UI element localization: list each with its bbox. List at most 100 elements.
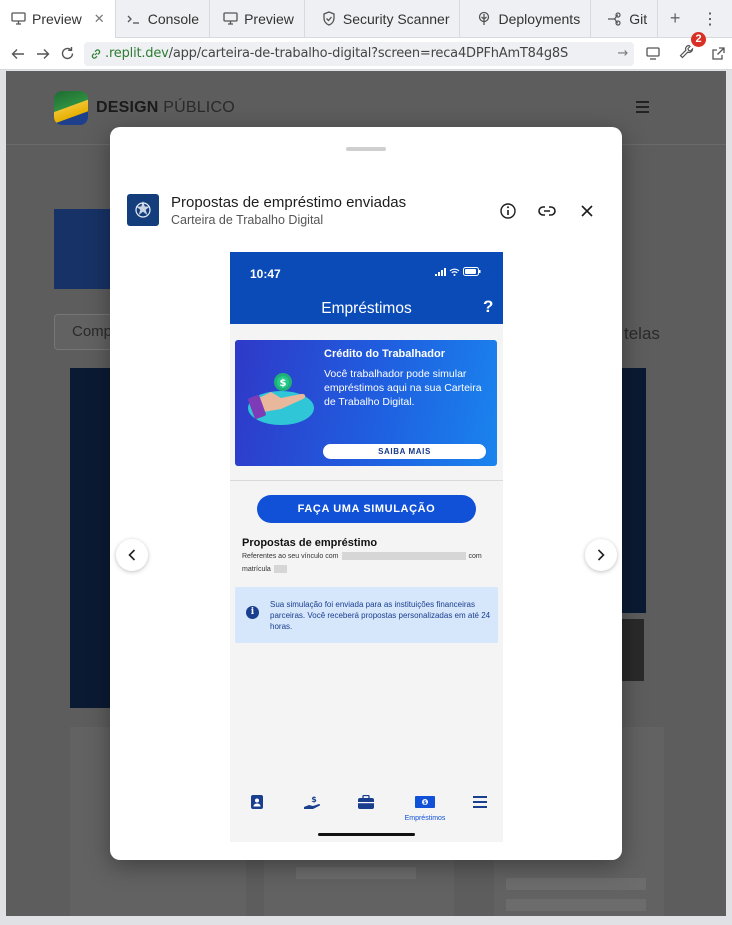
promo-text: Você trabalhador pode simular empréstimo…	[324, 368, 482, 408]
hand-money-icon: $	[303, 795, 321, 815]
phone-screenshot: 10:47 Empréstimos ? $ Crédito do Trabalh…	[230, 252, 503, 842]
url-host: .replit.dev	[105, 46, 169, 61]
tab-console[interactable]: Console	[116, 0, 211, 38]
terminal-icon	[126, 11, 142, 27]
redacted-employer	[341, 552, 466, 560]
monitor-icon	[10, 11, 26, 27]
logo-light: PÚBLICO	[163, 99, 235, 116]
info-alert-text: Sua simulação foi enviada para as instit…	[270, 600, 491, 631]
signal-icon	[435, 267, 446, 279]
battery-icon	[463, 267, 481, 279]
gov-emblem-icon	[127, 194, 159, 226]
tools-button[interactable]: 2	[672, 31, 707, 68]
proposals-line1-prefix: Referentes ao seu vínculo com	[242, 552, 339, 560]
tab-jobs[interactable]	[346, 794, 386, 814]
close-icon[interactable]: ✕	[94, 11, 105, 27]
notification-badge: 2	[691, 31, 707, 47]
new-tab-button[interactable]: +	[658, 0, 692, 38]
browser-nav-bar: .replit.dev /app/carteira-de-trabalho-di…	[0, 31, 732, 70]
tab-deployments[interactable]: Deployments	[460, 0, 592, 38]
home-indicator	[318, 833, 415, 836]
wrench-icon	[679, 44, 694, 64]
hand-coin-illustration-icon: $	[245, 370, 317, 432]
info-circle-icon: i	[246, 606, 259, 619]
menu-icon[interactable]	[636, 101, 649, 113]
logo-bold: DESIGN	[96, 99, 159, 116]
info-icon[interactable]	[497, 200, 519, 222]
proposals-description: Referentes ao seu vínculo com com	[242, 552, 482, 560]
git-icon	[607, 11, 623, 27]
modal-title: Propostas de empréstimo enviadas	[171, 194, 407, 211]
tab-label: Deployments	[498, 10, 581, 27]
back-button[interactable]	[6, 40, 31, 68]
tab-loans[interactable]: $	[405, 795, 445, 813]
modal-subtitle: Carteira de Trabalho Digital	[171, 213, 324, 227]
tab-label: Preview	[32, 10, 82, 27]
background-row	[506, 899, 646, 911]
link-icon	[90, 48, 102, 60]
svg-text:$: $	[311, 795, 317, 804]
redacted-registration	[273, 565, 287, 573]
background-search-field: Comp	[54, 314, 114, 350]
promo-banner: $ Crédito do Trabalhador Você trabalhado…	[235, 340, 497, 466]
site-logo	[54, 91, 88, 125]
next-screen-button[interactable]	[585, 539, 617, 571]
phone-clock: 10:47	[250, 267, 281, 281]
shield-icon	[321, 11, 337, 27]
site-logo-text: DESIGN PÚBLICO	[96, 99, 235, 117]
previous-screen-button[interactable]	[116, 539, 148, 571]
proposals-line1-suffix: com	[468, 552, 482, 560]
svg-text:$: $	[423, 800, 427, 806]
phone-header: 10:47 Empréstimos ?	[230, 252, 503, 324]
link-icon[interactable]	[536, 200, 558, 222]
simulate-button[interactable]: FAÇA UMA SIMULAÇÃO	[257, 495, 476, 523]
drag-handle[interactable]	[346, 147, 386, 151]
info-alert: i Sua simulação foi enviada para as inst…	[235, 587, 498, 643]
tab-label: Console	[147, 10, 200, 27]
go-arrow-icon[interactable]: →	[617, 46, 628, 61]
background-row	[506, 878, 646, 890]
devices-icon[interactable]	[640, 40, 668, 68]
tab-git[interactable]: Git	[591, 0, 659, 38]
promo-title: Crédito do Trabalhador	[324, 348, 446, 360]
phone-page-title: Empréstimos	[321, 300, 412, 317]
tab-wallet[interactable]	[237, 795, 277, 814]
monitor-icon	[222, 11, 238, 27]
tab-label: Git	[629, 10, 648, 27]
learn-more-button[interactable]: SAIBA MAIS	[323, 444, 486, 459]
proposals-registration: matrícula	[242, 565, 287, 573]
proposals-title: Propostas de empréstimo	[242, 537, 378, 549]
url-path: /app/carteira-de-trabalho-digital?screen…	[168, 46, 569, 61]
menu-icon	[473, 795, 487, 812]
background-screenshot	[70, 368, 114, 708]
forward-button[interactable]	[31, 40, 56, 68]
banknote-icon: $	[415, 795, 435, 812]
tab-loans-label: Empréstimos	[404, 815, 446, 822]
wifi-icon	[449, 268, 460, 279]
briefcase-icon	[358, 794, 374, 813]
id-card-icon	[251, 795, 263, 813]
app-card-image	[54, 209, 114, 289]
divider	[230, 480, 503, 481]
background-screenshot	[620, 368, 646, 613]
reload-button[interactable]	[55, 40, 80, 68]
deployments-icon	[476, 11, 492, 27]
background-screenshot	[620, 619, 644, 681]
screen-preview-modal: Propostas de empréstimo enviadas Carteir…	[110, 127, 622, 860]
svg-text:$: $	[280, 378, 287, 389]
background-telas-label: telas	[624, 324, 660, 343]
tab-benefits[interactable]: $	[292, 795, 332, 816]
status-icons	[435, 267, 481, 279]
open-external-icon[interactable]	[704, 40, 732, 68]
tab-menu[interactable]	[460, 795, 500, 813]
tab-preview-active[interactable]: Preview ✕	[0, 0, 116, 38]
tab-label: Preview	[244, 10, 294, 27]
browser-tab-bar: Preview ✕ Console Preview Security Scann…	[0, 0, 732, 38]
proposals-line2-prefix: matrícula	[242, 565, 271, 573]
tab-preview[interactable]: Preview	[210, 0, 305, 38]
url-bar[interactable]: .replit.dev /app/carteira-de-trabalho-di…	[84, 41, 635, 66]
help-icon[interactable]: ?	[483, 297, 493, 317]
close-icon[interactable]	[576, 200, 598, 222]
tab-label: Security Scanner	[342, 10, 450, 27]
tab-security-scanner[interactable]: Security Scanner	[305, 0, 461, 38]
